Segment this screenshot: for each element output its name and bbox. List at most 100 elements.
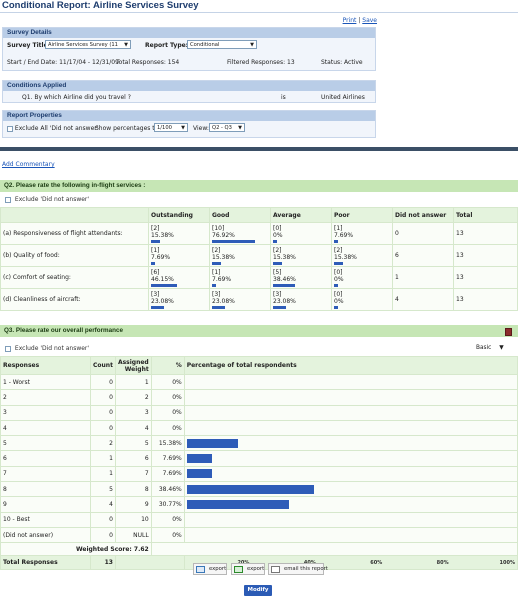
- report-properties-panel: Report Properties Exclude All 'Did not a…: [2, 110, 376, 138]
- q3-percent: 0%: [150, 526, 185, 544]
- q2-cell-percent: 76.92%: [212, 231, 235, 239]
- export-word-label: export: [209, 566, 227, 572]
- q3-bar-cell: [183, 450, 518, 467]
- q2-cell: [6] 46.15%: [148, 266, 210, 289]
- percent-select[interactable]: 1/100 ▼: [154, 123, 188, 132]
- view-select[interactable]: Q2 - Q3 ▼: [209, 123, 245, 132]
- top-links: Print | Save: [343, 17, 377, 24]
- q2-cell-percent: 0%: [334, 275, 344, 283]
- view-mode-value: Basic: [476, 345, 492, 351]
- export-word-button[interactable]: export: [193, 563, 227, 575]
- q2-cell-percent: 23.08%: [151, 297, 174, 305]
- q2-cell: [0] 0%: [331, 266, 393, 289]
- q2-cell-percent: 15.38%: [273, 253, 296, 261]
- q2-cell-bar: [151, 239, 160, 243]
- q3-bar-cell: [183, 481, 518, 498]
- q3-percent-bar: [186, 454, 213, 464]
- q2-cell: [2] 15.38%: [148, 222, 210, 245]
- weighted-blank: [150, 542, 518, 557]
- q2-dna: 1: [392, 266, 454, 289]
- q2-cell-bar: [273, 283, 295, 287]
- q2-cell: [1] 7.69%: [331, 222, 393, 245]
- q3-count: 0: [90, 526, 116, 544]
- q2-row-label: (a) Responsiveness of flight attendants:: [0, 222, 149, 245]
- q3-weighted-row: Weighted Score: 7.62: [0, 542, 518, 557]
- q2-row-label: (c) Comfort of seating:: [0, 266, 149, 289]
- q3-bar-cell: [183, 404, 518, 421]
- q2-cell-percent: 7.69%: [212, 275, 232, 283]
- survey-title-label: Survey Title:: [7, 42, 51, 49]
- q2-table: Outstanding Good Average Poor Did not an…: [0, 207, 518, 311]
- q3-count: 5: [90, 481, 116, 498]
- q3-bar-cell: [183, 465, 518, 483]
- q3-count: 0: [90, 419, 116, 437]
- q3-row: 3 0 3 0%: [0, 404, 518, 421]
- q3-col-responses: Responses: [0, 356, 91, 375]
- view-mode-select[interactable]: Basic ▼: [476, 345, 504, 351]
- report-type-select[interactable]: Conditional ▼: [187, 40, 257, 49]
- survey-title-select[interactable]: Airline Services Survey (11 ▼: [45, 40, 131, 49]
- q3-exclude-checkbox[interactable]: [5, 345, 11, 352]
- exclude-all-checkbox[interactable]: [7, 125, 13, 132]
- q2-cell-bar: [151, 283, 177, 287]
- q3-row: 4 0 4 0%: [0, 419, 518, 437]
- add-commentary-link[interactable]: Add Commentary: [2, 161, 55, 168]
- section-divider: [0, 147, 518, 151]
- q3-count: 0: [90, 373, 116, 391]
- q2-col-header: Poor: [331, 207, 393, 223]
- report-properties-heading: Report Properties: [3, 111, 375, 121]
- q3-bar-cell: [183, 373, 518, 391]
- q2-cell-count: [3]: [273, 290, 282, 298]
- q2-header-row: Outstanding Good Average Poor Did not an…: [0, 207, 518, 223]
- save-link[interactable]: Save: [362, 17, 377, 24]
- q2-cell-percent: 7.69%: [151, 253, 171, 261]
- axis-tick-label: 100%: [499, 560, 515, 567]
- email-report-button[interactable]: email this report: [268, 563, 328, 575]
- q2-exclude-label: Exclude 'Did not answer': [14, 196, 90, 203]
- q2-cell-bar: [151, 261, 156, 265]
- q2-cell-percent: 23.08%: [212, 297, 235, 305]
- q2-cell-count: [5]: [273, 268, 282, 276]
- q3-exclude-option[interactable]: Exclude 'Did not answer': [5, 345, 89, 352]
- export-excel-button[interactable]: export: [231, 563, 265, 575]
- q2-cell-bar: [212, 261, 221, 265]
- q3-percent: 7.69%: [150, 465, 185, 483]
- q3-response-label: 2: [0, 389, 91, 406]
- q2-col-header: Total: [453, 207, 518, 223]
- pdf-icon[interactable]: [505, 328, 512, 336]
- q2-row: (c) Comfort of seating: [6] 46.15% [1] 7.69%…: [0, 266, 518, 289]
- q3-count: 0: [90, 389, 116, 406]
- q3-response-label: 5: [0, 435, 91, 452]
- filtered-responses: Filtered Responses: 13: [227, 59, 295, 66]
- chevron-down-icon: ▼: [124, 42, 128, 48]
- q3-row: 10 - Best 0 10 0%: [0, 511, 518, 528]
- email-icon: [271, 566, 280, 573]
- print-link[interactable]: Print: [343, 17, 357, 24]
- q2-exclude-checkbox[interactable]: [5, 196, 11, 203]
- exclude-all-option[interactable]: Exclude All 'Did not answer': [7, 125, 98, 132]
- q3-response-label: 4: [0, 419, 91, 437]
- q2-cell: [2] 15.38%: [270, 244, 332, 267]
- q2-row-label: (b) Quality of food:: [0, 244, 149, 267]
- q3-row: 7 1 7 7.69%: [0, 465, 518, 483]
- q2-cell: [1] 7.69%: [148, 244, 210, 267]
- q2-cell-bar: [273, 305, 286, 309]
- q3-row: 8 5 8 38.46%: [0, 481, 518, 498]
- q2-cell-percent: 15.38%: [212, 253, 235, 261]
- q3-response-label: 9: [0, 496, 91, 513]
- q2-cell-count: [1]: [151, 246, 160, 254]
- q3-col-pct: %: [150, 356, 185, 375]
- title-divider: [0, 12, 518, 13]
- q2-cell-percent: 15.38%: [334, 253, 357, 261]
- q2-cell-count: [0]: [273, 224, 282, 232]
- q2-total: 13: [453, 266, 518, 289]
- chevron-down-icon: ▼: [250, 42, 254, 48]
- q3-weight: 10: [114, 511, 152, 528]
- q3-response-label: 10 - Best: [0, 511, 91, 528]
- report-type-value: Conditional: [190, 42, 220, 48]
- q3-weight: 7: [114, 465, 152, 483]
- q2-exclude-option[interactable]: Exclude 'Did not answer': [5, 196, 89, 203]
- q2-cell-bar: [212, 283, 217, 287]
- modify-button[interactable]: Modify: [244, 585, 272, 596]
- q2-cell-count: [1]: [334, 224, 343, 232]
